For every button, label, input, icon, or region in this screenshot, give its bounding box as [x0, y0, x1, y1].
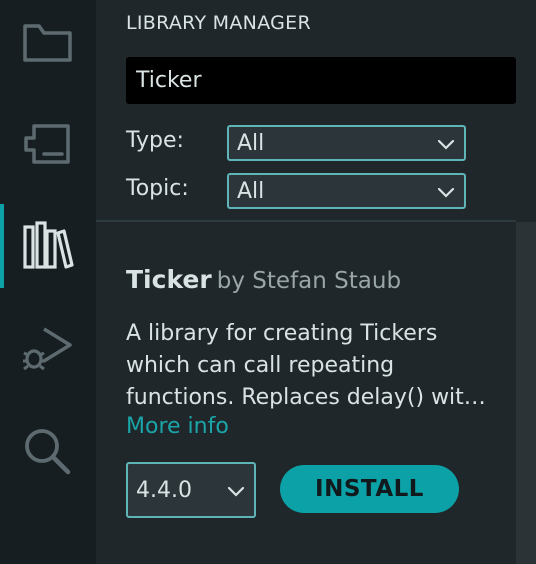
activity-board-manager[interactable]	[0, 102, 96, 186]
search-icon	[22, 426, 74, 478]
board-icon	[22, 122, 74, 166]
type-filter-select[interactable]: All	[227, 125, 466, 161]
library-description: A library for creating Tickers which can…	[126, 318, 498, 414]
activity-explorer[interactable]	[0, 0, 96, 84]
version-value: 4.4.0	[136, 477, 192, 503]
activity-bar	[0, 0, 96, 564]
activity-debug[interactable]	[0, 306, 96, 390]
library-author: by Stefan Staub	[216, 268, 402, 294]
library-header: Ticker by Stefan Staub	[126, 265, 401, 294]
more-info-link[interactable]: More info	[126, 414, 229, 439]
scrollbar[interactable]	[516, 222, 536, 564]
library-name: Ticker	[126, 265, 212, 294]
version-select[interactable]: 4.4.0	[126, 462, 256, 518]
topic-filter-value: All	[237, 178, 265, 204]
library-manager-panel: LIBRARY MANAGER Type: All Topic: All Tic…	[96, 0, 536, 564]
folder-icon	[22, 20, 74, 64]
library-search-input[interactable]	[126, 57, 516, 104]
type-filter-label: Type:	[126, 128, 184, 153]
debug-icon	[20, 323, 76, 373]
topic-filter-label: Topic:	[126, 176, 189, 201]
topic-filter-select[interactable]: All	[227, 173, 466, 209]
description-line: functions. Replaces delay() wit…	[126, 385, 486, 410]
activity-library-manager[interactable]	[0, 204, 96, 288]
install-button[interactable]: INSTALL	[280, 465, 459, 513]
activity-search[interactable]	[0, 410, 96, 494]
panel-title: LIBRARY MANAGER	[126, 12, 311, 34]
description-line: A library for creating Tickers	[126, 321, 438, 346]
chevron-down-icon	[226, 482, 246, 507]
chevron-down-icon	[436, 135, 456, 160]
chevron-down-icon	[436, 183, 456, 208]
description-line: which can call repeating	[126, 353, 395, 378]
divider	[96, 220, 516, 222]
type-filter-value: All	[237, 130, 265, 156]
library-icon	[22, 221, 74, 271]
